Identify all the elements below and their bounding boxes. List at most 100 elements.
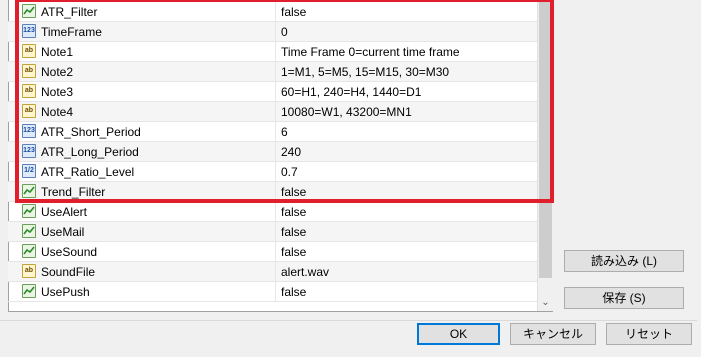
parameter-name: TimeFrame (41, 25, 102, 39)
parameter-name: UsePush (41, 285, 90, 299)
string-type-icon: ab (22, 44, 36, 58)
parameter-name-cell: 123 ATR_Short_Period (8, 122, 276, 141)
parameter-name-cell: ATR_Filter (8, 2, 276, 21)
parameter-value-cell[interactable]: false (276, 222, 537, 241)
parameter-value[interactable]: 0.7 (281, 165, 298, 179)
parameter-row[interactable]: ATR_Filter false (8, 2, 537, 22)
parameter-name-cell: ab Note3 (8, 82, 276, 101)
parameter-row[interactable]: 123 ATR_Long_Period 240 (8, 142, 537, 162)
parameter-value-cell[interactable]: false (276, 2, 537, 21)
boolean-type-icon (22, 244, 36, 258)
dialog-separator (0, 320, 701, 321)
parameter-row[interactable]: UseAlert false (8, 202, 537, 222)
parameter-value-cell[interactable]: false (276, 242, 537, 261)
parameter-name: UseSound (41, 245, 98, 259)
parameter-name-cell: ab Note4 (8, 102, 276, 121)
parameter-row[interactable]: ab Note4 10080=W1, 43200=MN1 (8, 102, 537, 122)
parameter-name: Note1 (41, 45, 74, 59)
parameter-value[interactable]: false (281, 245, 306, 259)
ok-button[interactable]: OK (417, 323, 500, 345)
parameter-name: ATR_Filter (41, 5, 98, 19)
parameter-name: Note2 (41, 65, 74, 79)
parameter-name: Note4 (41, 105, 74, 119)
double-type-icon: 1/2 (22, 164, 36, 178)
parameter-row[interactable]: ab Note2 1=M1, 5=M5, 15=M15, 30=M30 (8, 62, 537, 82)
scrollbar-thumb[interactable] (539, 0, 552, 278)
boolean-type-icon (22, 204, 36, 218)
parameter-value[interactable]: Time Frame 0=current time frame (281, 45, 460, 59)
parameter-name-cell: ab Note1 (8, 42, 276, 61)
parameter-value[interactable]: alert.wav (281, 265, 329, 279)
parameter-name-cell: UseMail (8, 222, 276, 241)
parameter-value[interactable]: 0 (281, 25, 288, 39)
boolean-type-icon (22, 224, 36, 238)
parameter-value-cell[interactable]: 6 (276, 122, 537, 141)
parameter-value[interactable]: 240 (281, 145, 301, 159)
string-type-icon: ab (22, 104, 36, 118)
parameter-name: Note3 (41, 85, 74, 99)
parameter-name: ATR_Long_Period (41, 145, 139, 159)
vertical-scrollbar[interactable]: ⌄ (537, 0, 553, 311)
parameter-value[interactable]: 6 (281, 125, 288, 139)
parameter-value[interactable]: false (281, 205, 306, 219)
parameter-value[interactable]: false (281, 5, 306, 19)
window-edge (697, 0, 701, 357)
integer-type-icon: 123 (22, 144, 36, 158)
parameter-row[interactable]: 1/2 ATR_Ratio_Level 0.7 (8, 162, 537, 182)
string-type-icon: ab (22, 84, 36, 98)
parameter-name-cell: 123 ATR_Long_Period (8, 142, 276, 161)
parameter-name-cell: UsePush (8, 282, 276, 301)
parameter-name-cell: 1/2 ATR_Ratio_Level (8, 162, 276, 181)
parameter-value-cell[interactable]: false (276, 202, 537, 221)
cancel-button[interactable]: キャンセル (510, 323, 596, 345)
parameter-name-cell: UseAlert (8, 202, 276, 221)
parameter-value[interactable]: false (281, 285, 306, 299)
parameter-value-cell[interactable]: 240 (276, 142, 537, 161)
parameter-value-cell[interactable]: false (276, 182, 537, 201)
parameter-row[interactable]: ab Note1 Time Frame 0=current time frame (8, 42, 537, 62)
parameter-name-cell: ab Note2 (8, 62, 276, 81)
parameter-value-cell[interactable]: Time Frame 0=current time frame (276, 42, 537, 61)
parameter-value[interactable]: 1=M1, 5=M5, 15=M15, 30=M30 (281, 65, 449, 79)
parameter-name: Trend_Filter (41, 185, 106, 199)
parameter-value[interactable]: 60=H1, 240=H4, 1440=D1 (281, 85, 421, 99)
reset-button[interactable]: リセット (606, 323, 692, 345)
parameter-row[interactable]: UseSound false (8, 242, 537, 262)
parameter-value-cell[interactable]: 1=M1, 5=M5, 15=M15, 30=M30 (276, 62, 537, 81)
string-type-icon: ab (22, 64, 36, 78)
string-type-icon: ab (22, 264, 36, 278)
parameter-row[interactable]: Trend_Filter false (8, 182, 537, 202)
parameter-name-cell: Trend_Filter (8, 182, 276, 201)
parameter-name: ATR_Ratio_Level (41, 165, 135, 179)
parameter-value-cell[interactable]: false (276, 282, 537, 301)
parameter-row[interactable]: UseMail false (8, 222, 537, 242)
parameter-row[interactable]: 123 ATR_Short_Period 6 (8, 122, 537, 142)
scroll-down-arrow-icon[interactable]: ⌄ (538, 295, 553, 311)
parameter-row[interactable]: ab SoundFile alert.wav (8, 262, 537, 282)
parameter-name-cell: UseSound (8, 242, 276, 261)
parameter-row[interactable]: ab Note3 60=H1, 240=H4, 1440=D1 (8, 82, 537, 102)
integer-type-icon: 123 (22, 124, 36, 138)
save-button[interactable]: 保存 (S) (564, 287, 684, 309)
load-button[interactable]: 読み込み (L) (564, 250, 684, 272)
parameter-value[interactable]: 10080=W1, 43200=MN1 (281, 105, 412, 119)
parameter-name: UseMail (41, 225, 85, 239)
parameter-name: SoundFile (41, 265, 96, 279)
parameter-row[interactable]: 123 TimeFrame 0 (8, 22, 537, 42)
parameter-name: ATR_Short_Period (41, 125, 141, 139)
parameter-value-cell[interactable]: alert.wav (276, 262, 537, 281)
parameter-value-cell[interactable]: 0.7 (276, 162, 537, 181)
boolean-type-icon (22, 284, 36, 298)
integer-type-icon: 123 (22, 24, 36, 38)
boolean-type-icon (22, 184, 36, 198)
parameter-name: UseAlert (41, 205, 88, 219)
parameter-value-cell[interactable]: 60=H1, 240=H4, 1440=D1 (276, 82, 537, 101)
parameter-value-cell[interactable]: 0 (276, 22, 537, 41)
parameter-value-cell[interactable]: 10080=W1, 43200=MN1 (276, 102, 537, 121)
parameter-value[interactable]: false (281, 185, 306, 199)
parameter-name-cell: 123 TimeFrame (8, 22, 276, 41)
boolean-type-icon (22, 4, 36, 18)
parameter-value[interactable]: false (281, 225, 306, 239)
parameter-name-cell: ab SoundFile (8, 262, 276, 281)
parameter-row[interactable]: UsePush false (8, 282, 537, 302)
